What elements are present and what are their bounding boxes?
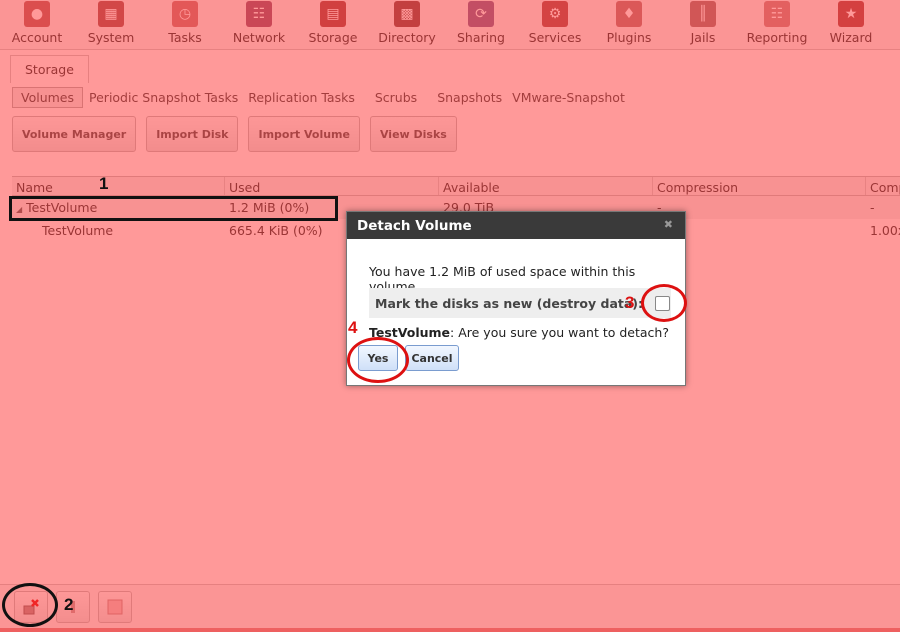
- subtab-volumes[interactable]: Volumes: [12, 86, 84, 108]
- subtab-scrubs[interactable]: Scrubs: [375, 90, 417, 105]
- dialog-title: Detach Volume: [357, 218, 472, 234]
- nav-label: Reporting: [746, 30, 808, 45]
- column-header-compression[interactable]: Compression: [653, 177, 866, 195]
- nav-label: Jails: [690, 30, 716, 45]
- storage-icon: ▤: [320, 1, 346, 27]
- annotation-rect-row: [9, 196, 338, 221]
- cancel-button[interactable]: Cancel: [405, 345, 459, 371]
- volume-manager-button[interactable]: Volume Manager: [12, 116, 137, 152]
- nav-account[interactable]: ● Account: [0, 0, 74, 50]
- nav-label: Directory: [378, 30, 436, 45]
- nav-services[interactable]: ⚙ Services: [518, 0, 592, 50]
- volume-action-button[interactable]: [98, 591, 132, 623]
- row-name-cell: TestVolume: [12, 219, 225, 242]
- annotation-number-3: 3: [625, 293, 635, 312]
- row-comp: -: [870, 200, 875, 215]
- dialog-confirm-text: TestVolume: Are you sure you want to det…: [369, 325, 669, 340]
- nav-plugins[interactable]: ♦ Plugins: [592, 0, 666, 50]
- reporting-icon: ☷: [764, 1, 790, 27]
- annotation-ellipse-detach: [2, 583, 58, 627]
- confirm-question: : Are you sure you want to detach?: [450, 325, 669, 340]
- nav-label: Network: [232, 30, 286, 45]
- subtab-vmware-snapshot[interactable]: VMware-Snapshot: [512, 90, 625, 105]
- subtab-periodic-snapshot-tasks[interactable]: Periodic Snapshot Tasks: [89, 90, 238, 105]
- nav-label: Plugins: [606, 30, 652, 45]
- nav-wizard[interactable]: ★ Wizard: [814, 0, 888, 50]
- network-icon: ☷: [246, 1, 272, 27]
- wizard-icon: ★: [838, 1, 864, 27]
- nav-sharing[interactable]: ⟳ Sharing: [444, 0, 518, 50]
- nav-label: Storage: [308, 30, 358, 45]
- column-header-used[interactable]: Used: [225, 177, 439, 195]
- services-icon: ⚙: [542, 1, 568, 27]
- nav-label: Sharing: [457, 30, 505, 45]
- nav-label: Wizard: [829, 30, 873, 45]
- sharing-icon: ⟳: [468, 1, 494, 27]
- annotation-number-4: 4: [348, 318, 358, 337]
- nav-network[interactable]: ☷ Network: [222, 0, 296, 50]
- main-tabs: Storage: [10, 55, 89, 83]
- nav-tasks[interactable]: ◷ Tasks: [148, 0, 222, 50]
- column-header-available[interactable]: Available: [439, 177, 653, 195]
- nav-label: Services: [528, 30, 582, 45]
- tab-storage[interactable]: Storage: [10, 55, 89, 83]
- system-icon: ▦: [98, 1, 124, 27]
- row-comp: 1.00x: [870, 223, 900, 238]
- nav-label: Tasks: [168, 30, 202, 45]
- sub-tabs: Volumes Periodic Snapshot Tasks Replicat…: [12, 86, 635, 108]
- plugins-icon: ♦: [616, 1, 642, 27]
- grid-header: Name Used Available Compression Comp: [12, 176, 900, 196]
- account-icon: ●: [24, 1, 50, 27]
- import-volume-button[interactable]: Import Volume: [248, 116, 360, 152]
- volume-action-icon: [107, 599, 123, 615]
- view-disks-button[interactable]: View Disks: [369, 116, 457, 152]
- row-name: TestVolume: [42, 223, 114, 238]
- annotation-number-2: 2: [64, 595, 74, 614]
- tasks-icon: ◷: [172, 1, 198, 27]
- nav-jails[interactable]: ║ Jails: [666, 0, 740, 50]
- status-strip: [0, 628, 900, 632]
- subtab-snapshots[interactable]: Snapshots: [437, 90, 502, 105]
- nav-system[interactable]: ▦ System: [74, 0, 148, 50]
- nav-storage[interactable]: ▤ Storage: [296, 0, 370, 50]
- column-header-comp[interactable]: Comp: [866, 177, 900, 195]
- close-icon[interactable]: ✖: [664, 218, 673, 231]
- column-header-name[interactable]: Name: [12, 177, 225, 195]
- top-nav: ● Account ▦ System ◷ Tasks ☷ Network ▤ S…: [0, 0, 900, 50]
- nav-directory[interactable]: ▩ Directory: [370, 0, 444, 50]
- nav-label: Account: [11, 30, 63, 45]
- subtab-replication-tasks[interactable]: Replication Tasks: [248, 90, 355, 105]
- dialog-title-bar: Detach Volume ✖: [347, 212, 685, 239]
- jails-icon: ║: [690, 1, 716, 27]
- nav-label: System: [87, 30, 135, 45]
- nav-reporting[interactable]: ☷ Reporting: [740, 0, 814, 50]
- annotation-ellipse-yes: [347, 337, 409, 383]
- bottom-toolbar: [0, 584, 900, 628]
- volume-button-bar: Volume Manager Import Disk Import Volume…: [12, 116, 457, 152]
- annotation-ellipse-checkbox: [641, 284, 687, 322]
- annotation-number-1: 1: [99, 174, 109, 193]
- import-disk-button[interactable]: Import Disk: [146, 116, 239, 152]
- mark-disks-label: Mark the disks as new (destroy data):: [375, 295, 643, 311]
- directory-icon: ▩: [394, 1, 420, 27]
